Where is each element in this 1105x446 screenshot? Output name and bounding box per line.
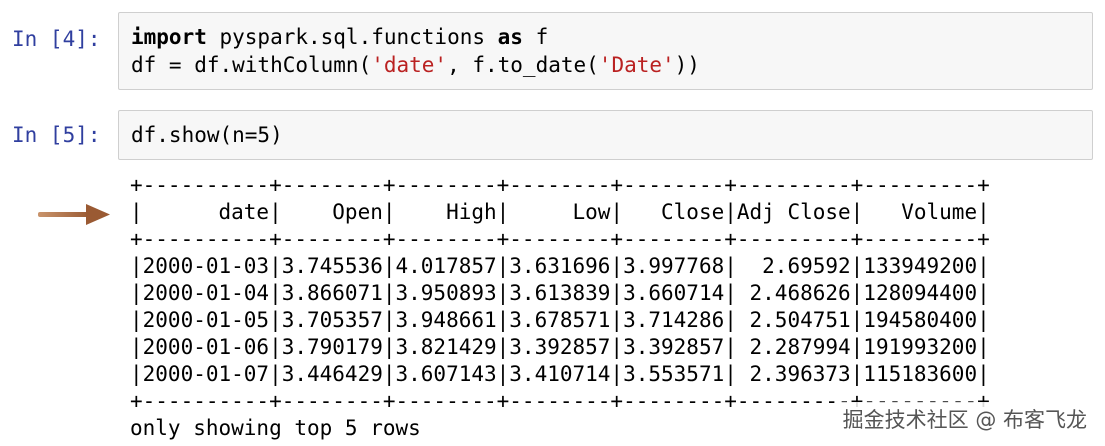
code-cell-4[interactable]: In [4]: import pyspark.sql.functions as … [0, 12, 1105, 92]
code-input-area[interactable]: import pyspark.sql.functions as f df = d… [118, 12, 1093, 90]
code-keyword: import [131, 25, 207, 49]
table-row: |2000-01-04|3.866071|3.950893|3.613839|3… [130, 281, 990, 305]
table-row: |2000-01-06|3.790179|3.821429|3.392857|3… [130, 335, 990, 359]
code-string: 'Date' [598, 53, 675, 77]
table-border-line: +----------+--------+--------+--------+-… [130, 227, 990, 251]
watermark: 掘金技术社区 @ 布客飞龙 [836, 402, 1093, 436]
arrow-right-icon [38, 204, 110, 225]
cell-prompt: In [5]: [12, 123, 101, 147]
code-input-area[interactable]: df.show(n=5) [118, 110, 1093, 160]
code-line: df = df.withColumn('date', f.to_date('Da… [131, 51, 1080, 79]
code-keyword: as [497, 25, 523, 49]
code-text: , f.to_date( [447, 53, 599, 77]
cell-prompt: In [4]: [12, 27, 101, 51]
code-text: )) [674, 53, 700, 77]
table-row: |2000-01-03|3.745536|4.017857|3.631696|3… [130, 254, 990, 278]
code-text: df.show(n=5) [131, 123, 283, 147]
code-text: pyspark.sql.functions [206, 25, 498, 49]
code-line: import pyspark.sql.functions as f [131, 23, 1080, 51]
code-cell-5[interactable]: In [5]: df.show(n=5) [0, 110, 1105, 160]
table-row: |2000-01-07|3.446429|3.607143|3.410714|3… [130, 362, 990, 386]
code-text: f [522, 25, 549, 49]
table-row: | date| Open| High| Low| Close|Adj Close… [130, 200, 990, 224]
code-text: df = df.withColumn( [131, 53, 372, 77]
table-border-line: +----------+--------+--------+--------+-… [130, 173, 990, 197]
code-string: 'date' [371, 53, 448, 77]
code-line: df.show(n=5) [131, 121, 1080, 149]
table-row: |2000-01-05|3.705357|3.948661|3.678571|3… [130, 308, 990, 332]
